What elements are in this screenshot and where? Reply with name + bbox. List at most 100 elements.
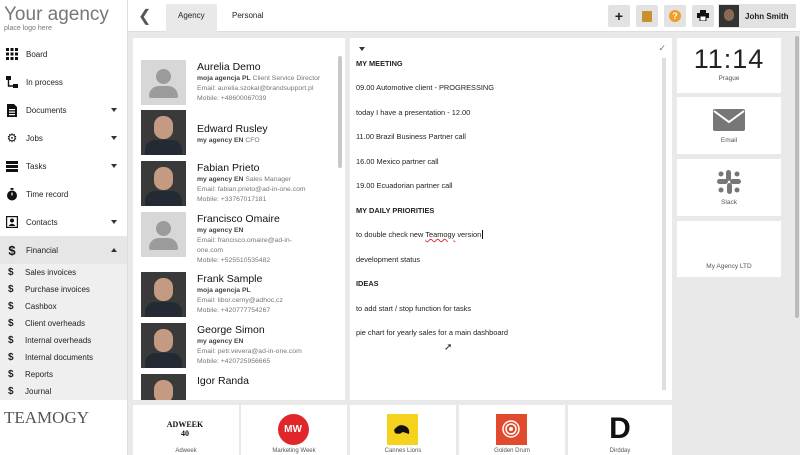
sub-journal[interactable]: $ Journal (0, 383, 127, 400)
tile-label: Golden Drum (494, 448, 530, 454)
nav-jobs[interactable]: ⚙ Jobs (0, 124, 127, 152)
sub-internal-overheads[interactable]: $ Internal overheads (0, 332, 127, 349)
dollar-icon: $ (8, 318, 14, 329)
slack-label: Slack (721, 199, 737, 206)
sub-purchase-invoices[interactable]: $ Purchase invoices (0, 281, 127, 298)
tile-label: Adweek (175, 448, 197, 454)
print-button[interactable] (692, 5, 714, 27)
contact-email: Email: petr.vevera@ad-in-one.com (197, 348, 302, 355)
sub-internal-documents[interactable]: $ Internal documents (0, 349, 127, 366)
sub-reports[interactable]: $ Reports (0, 366, 127, 383)
contact-card[interactable]: Francisco Omaire my agency EN Email: fra… (141, 212, 341, 264)
sidebar: Your agency place logo here Board In pro… (0, 0, 128, 455)
note-text: to double check new (356, 230, 426, 239)
chevron-down-icon (111, 108, 117, 112)
stopwatch-icon (5, 187, 19, 201)
sub-item-label: Purchase invoices (25, 285, 90, 294)
contact-mobile: Mobile: +420777754267 (197, 307, 271, 314)
teamogy-logo: TEAMOGY (4, 408, 89, 427)
tile-label: Cannes Lions (384, 448, 422, 454)
sub-sales-invoices[interactable]: $ Sales invoices (0, 264, 127, 281)
note-line: to add start / stop function for tasks (356, 304, 472, 313)
adweek-logo: ADWEEK 40 (166, 413, 204, 445)
slack-widget[interactable]: Slack (677, 159, 781, 216)
flow-icon (5, 75, 19, 89)
nav-in-process[interactable]: In process (0, 68, 127, 96)
tile-golden-drum[interactable]: Golden Drum (459, 405, 565, 455)
dollar-icon: $ (8, 335, 14, 346)
contact-photo (141, 272, 186, 317)
nav-contacts-label: Contacts (26, 217, 58, 227)
note-line[interactable]: to double check new Teamogy version (356, 230, 484, 239)
contact-mobile: Mobile: +48600067039 (197, 95, 267, 102)
nav-board[interactable]: Board (0, 40, 127, 68)
nav-documents[interactable]: Documents (0, 96, 127, 124)
contact-card-icon (5, 215, 19, 229)
adweek-logo-text: ADWEEK 40 (166, 420, 204, 438)
page-scrollbar[interactable] (795, 36, 799, 318)
chevron-down-icon (111, 164, 117, 168)
tasks-icon (5, 159, 19, 173)
tab-personal[interactable]: Personal (220, 4, 276, 32)
contacts-panel: Aurelia Demo moja agencja PL Client Serv… (133, 38, 345, 400)
note-text: version (455, 230, 482, 239)
agency-widget[interactable]: My Agency LTD (677, 221, 781, 277)
mw-logo-text: MW (277, 413, 309, 445)
contacts-scrollbar[interactable] (338, 56, 342, 168)
contact-card[interactable]: Igor Randa (141, 374, 341, 400)
grid-icon (5, 47, 19, 61)
help-button[interactable]: ? (664, 5, 686, 27)
tile-label: Dirdday (609, 448, 631, 454)
nav-documents-label: Documents (26, 105, 67, 115)
contact-card[interactable]: Frank Sample moja agencja PL Email: libo… (141, 272, 341, 320)
notes-button[interactable] (636, 5, 658, 27)
top-bar: ❮ Agency Personal + ? John Smith (128, 0, 800, 32)
contact-card[interactable]: Aurelia Demo moja agencja PL Client Serv… (141, 60, 341, 108)
sub-client-overheads[interactable]: $ Client overheads (0, 315, 127, 332)
contact-card[interactable]: Fabian Prieto my agency EN Sales Manager… (141, 161, 341, 209)
caret-down-icon[interactable] (359, 47, 365, 51)
cannes-lions-logo (386, 413, 418, 445)
contact-name: Fabian Prieto (197, 162, 260, 174)
tile-cannes-lions[interactable]: Cannes Lions (350, 405, 456, 455)
nav-tasks[interactable]: Tasks (0, 152, 127, 180)
nav-time-record[interactable]: Time record (0, 180, 127, 208)
clock-widget[interactable]: 11:14 Prague (677, 38, 781, 93)
note-heading: MY DAILY PRIORITIES (356, 206, 435, 215)
dollar-icon: $ (8, 386, 14, 397)
tile-marketing-week[interactable]: MW Marketing Week (241, 405, 347, 455)
contact-email: Email: fabian.prieto@ad-in-one.com (197, 186, 306, 193)
tile-dirdday[interactable]: D Dirdday (568, 405, 672, 455)
contact-card[interactable]: George Simon my agency EN Email: petr.ve… (141, 323, 341, 371)
contact-company: my agency EN (197, 338, 244, 345)
sub-cashbox[interactable]: $ Cashbox (0, 298, 127, 315)
check-icon[interactable]: ✓ (658, 43, 666, 54)
agency-label: My Agency LTD (706, 263, 752, 270)
avatar-placeholder-icon (141, 212, 186, 257)
chevron-down-icon (111, 136, 117, 140)
tile-adweek[interactable]: ADWEEK 40 Adweek (133, 405, 239, 455)
dollar-icon: $ (8, 369, 14, 380)
chevron-up-icon (111, 248, 117, 252)
notes-scrollbar[interactable] (662, 58, 666, 390)
contact-company: my agency EN (197, 227, 244, 234)
email-widget[interactable]: Email (677, 97, 781, 154)
nav-financial[interactable]: $ Financial (0, 236, 127, 264)
gears-icon: ⚙ (6, 131, 18, 145)
financial-submenu: $ Sales invoices $ Purchase invoices $ Cash… (0, 264, 127, 400)
agency-logo-subtitle: place logo here (4, 25, 52, 32)
note-line: pie chart for yearly sales for a main da… (356, 328, 508, 337)
add-button[interactable]: + (608, 5, 630, 27)
agency-logo[interactable]: Your agency place logo here (0, 0, 127, 40)
tab-agency[interactable]: Agency (166, 4, 217, 32)
contact-card[interactable]: Edward Rusley my agency EN CFO (141, 110, 341, 158)
misspelled-word: Teamogy (425, 230, 456, 239)
help-icon: ? (669, 10, 681, 22)
contact-photo (141, 161, 186, 206)
user-menu[interactable]: John Smith (718, 4, 796, 28)
sub-item-label: Cashbox (25, 302, 57, 311)
notes-panel: ✓ MY MEETING 09.00 Automotive client - P… (350, 38, 672, 400)
nav-contacts[interactable]: Contacts (0, 208, 127, 236)
dirdday-logo: D (609, 412, 631, 445)
back-arrow-icon[interactable]: ❮ (138, 6, 151, 26)
